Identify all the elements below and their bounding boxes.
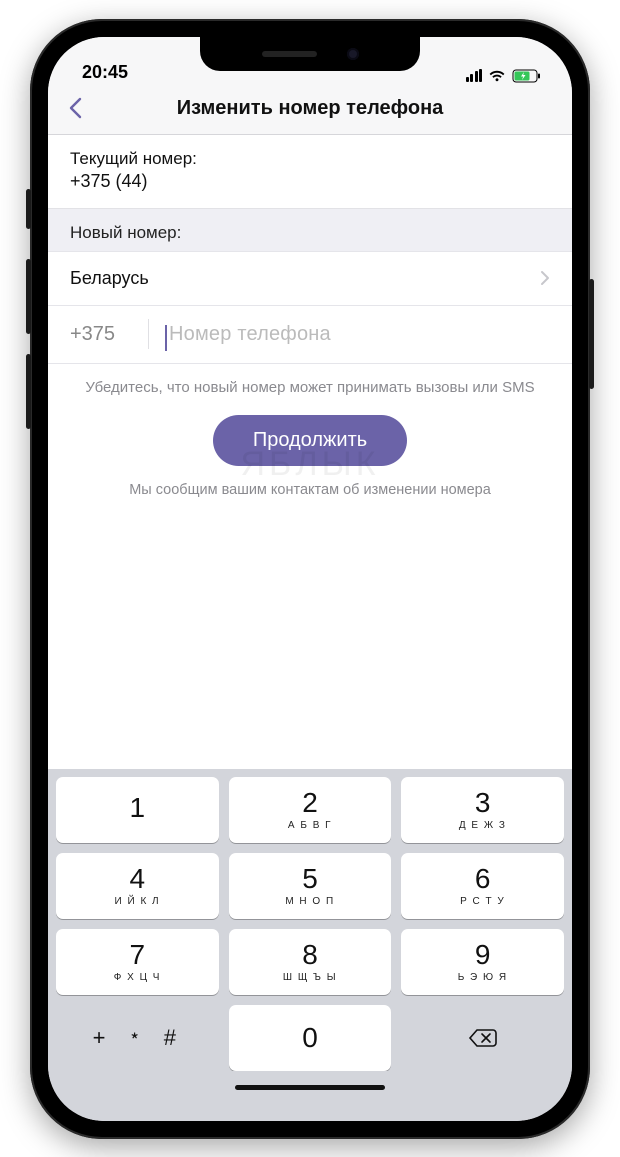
country-name: Беларусь: [70, 268, 540, 289]
key-9[interactable]: 9Ь Э Ю Я: [401, 929, 564, 995]
phone-device-frame: 20:45 Изменить номер телефона Текущий но…: [30, 19, 590, 1139]
battery-charging-icon: [512, 69, 542, 83]
key-6[interactable]: 6Р С Т У: [401, 853, 564, 919]
navigation-bar: Изменить номер телефона: [48, 87, 572, 135]
phone-input-row[interactable]: +375 Номер телефона: [48, 306, 572, 364]
country-code: +375: [70, 323, 148, 346]
status-time: 20:45: [82, 62, 128, 83]
input-divider: [148, 319, 149, 349]
numeric-keypad: 1 2А Б В Г 3Д Е Ж З 4И Й К Л 5М Н О П 6Р…: [48, 769, 572, 1071]
volume-down-button: [26, 354, 31, 429]
chevron-left-icon: [68, 97, 82, 119]
current-number-value: +375 (44): [70, 171, 550, 192]
back-button[interactable]: [68, 97, 96, 119]
volume-up-button: [26, 259, 31, 334]
front-camera: [347, 48, 359, 60]
key-2[interactable]: 2А Б В Г: [229, 777, 392, 843]
key-5[interactable]: 5М Н О П: [229, 853, 392, 919]
wifi-icon: [488, 69, 506, 82]
phone-placeholder: Номер телефона: [169, 323, 331, 345]
current-number-block: Текущий номер: +375 (44): [48, 135, 572, 209]
new-number-header: Новый номер:: [48, 209, 572, 252]
mute-switch: [26, 189, 31, 229]
notch: [200, 37, 420, 71]
home-indicator-area: [48, 1071, 572, 1121]
screen: 20:45 Изменить номер телефона Текущий но…: [48, 37, 572, 1121]
key-4[interactable]: 4И Й К Л: [56, 853, 219, 919]
key-symbols[interactable]: + ﹡ #: [56, 1005, 219, 1071]
notify-hint: Мы сообщим вашим контактам об изменении …: [48, 476, 572, 516]
key-8[interactable]: 8Ш Щ Ъ Ы: [229, 929, 392, 995]
phone-number-input[interactable]: Номер телефона: [169, 323, 550, 346]
earpiece: [262, 51, 317, 57]
cellular-signal-icon: [466, 69, 483, 82]
verify-hint: Убедитесь, что новый номер может принима…: [48, 364, 572, 398]
continue-button[interactable]: Продолжить: [213, 415, 407, 466]
key-7[interactable]: 7Ф Х Ц Ч: [56, 929, 219, 995]
content-spacer: [48, 516, 572, 769]
home-indicator[interactable]: [235, 1085, 385, 1090]
key-backspace[interactable]: [401, 1005, 564, 1071]
power-button: [589, 279, 594, 389]
key-1[interactable]: 1: [56, 777, 219, 843]
chevron-right-icon: [540, 270, 550, 286]
page-title: Изменить номер телефона: [96, 97, 552, 120]
country-selector-row[interactable]: Беларусь: [48, 252, 572, 306]
text-cursor: [165, 325, 167, 351]
key-3[interactable]: 3Д Е Ж З: [401, 777, 564, 843]
current-number-label: Текущий номер:: [70, 149, 550, 169]
key-0[interactable]: 0: [229, 1005, 392, 1071]
backspace-icon: [468, 1028, 498, 1048]
